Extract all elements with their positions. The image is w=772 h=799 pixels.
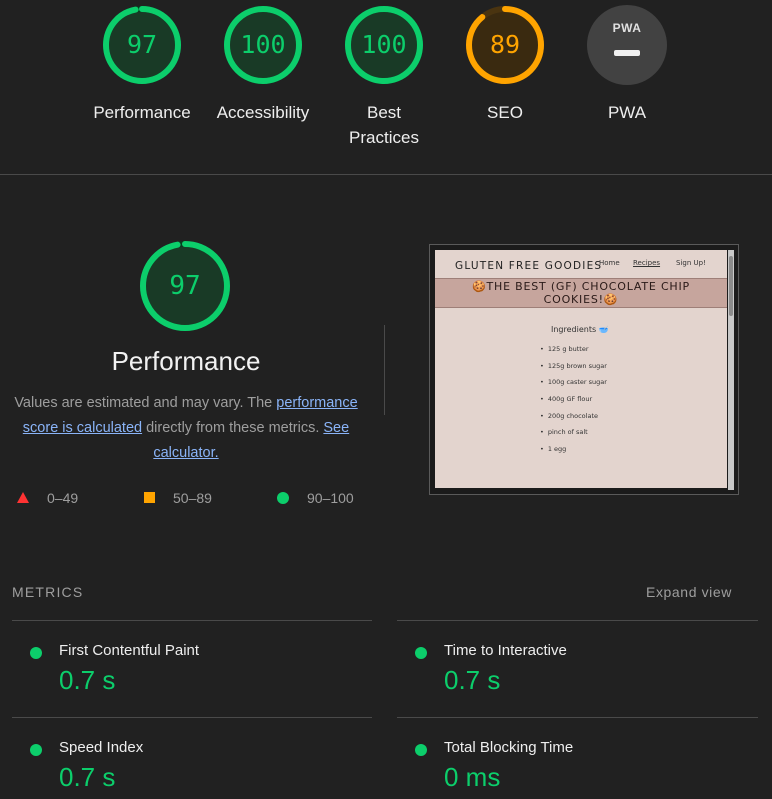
gauge-score: 97 [126,30,158,59]
metric-time-to-interactive: Time to Interactive 0.7 s [397,640,737,720]
gauge-label: Best Practices [324,100,444,150]
triangle-icon [17,492,29,503]
site-nav-signup: Sign Up! [676,259,706,267]
pwa-badge-icon: PWA [587,5,667,85]
gauge-label: Performance [93,103,191,122]
metric-value: 0.7 s [444,665,501,695]
metric-divider [12,620,372,621]
square-icon [144,492,155,503]
metric-value: 0.7 s [59,665,116,695]
metric-name: Time to Interactive [444,642,567,659]
pass-circle-icon [415,744,427,756]
metrics-heading: METRICS [12,584,84,600]
banner-line: 🍪THE BEST (GF) CHOCOLATE CHIP [472,280,690,293]
legend-pass: 90–100 [277,487,367,509]
list-item: 200g chocolate [540,411,607,428]
metric-divider [397,620,758,621]
vertical-divider [384,325,385,415]
performance-score: 97 [169,271,201,301]
list-item: 1 egg [540,444,607,461]
scrollbar-thumb [729,256,733,316]
gauge-label: PWA [607,103,647,122]
screenshot-scrollbar [728,250,734,490]
performance-description: Values are estimated and may vary. The p… [10,391,362,466]
banner-text: 🍪THE BEST (GF) CHOCOLATE CHIP COOKIES!🍪 [445,280,717,306]
pass-circle-icon [415,647,427,659]
desc-text: Values are estimated and may vary. The [14,395,277,411]
list-item: 100g caster sugar [540,377,607,394]
metric-divider [12,717,372,718]
legend-average: 50–89 [143,487,233,509]
gauge-score: 89 [489,30,521,59]
gauge-score: 100 [240,30,286,59]
metric-value: 0 ms [444,762,501,792]
metric-value: 0.7 s [59,762,116,792]
category-gauges: 97 Performance 100 Accessibility 100 Bes… [0,0,772,175]
screenshot-page: GLUTEN FREE GOODIES Home Recipes Sign Up… [435,250,727,488]
dash-icon [614,50,640,56]
metric-total-blocking-time: Total Blocking Time 0 ms [397,737,737,797]
site-nav-recipes: Recipes [633,259,661,267]
gauge-label: Accessibility [216,103,310,122]
site-title: GLUTEN FREE GOODIES [455,260,603,272]
metric-first-contentful-paint: First Contentful Paint 0.7 s [12,640,352,720]
list-item: pinch of salt [540,427,607,444]
gauge-label: SEO [487,103,523,122]
metric-speed-index: Speed Index 0.7 s [12,737,352,797]
legend-average-range: 50–89 [173,490,212,506]
expand-view-button[interactable]: Expand view [646,584,732,600]
banner-line: COOKIES!🍪 [543,293,619,306]
gauge-label-line: Practices [349,128,419,147]
desc-text: directly from these metrics. [142,420,324,436]
legend-fail-range: 0–49 [47,490,79,506]
circle-icon [277,492,289,504]
pass-circle-icon [30,647,42,659]
list-item: 400g GF flour [540,394,607,411]
legend-fail: 0–49 [16,487,86,509]
section-divider [0,174,772,175]
list-item: 125g brown sugar [540,361,607,378]
list-item: 125 g butter [540,344,607,361]
final-screenshot[interactable]: GLUTEN FREE GOODIES Home Recipes Sign Up… [429,244,739,495]
ingredients-list: 125 g butter 125g brown sugar 100g caste… [540,344,607,461]
performance-title: Performance [111,346,261,376]
legend-pass-range: 90–100 [307,490,354,506]
pass-circle-icon [30,744,42,756]
gauge-score: 100 [361,30,407,59]
metric-divider [397,717,758,718]
recipe-banner: 🍪THE BEST (GF) CHOCOLATE CHIP COOKIES!🍪 [435,278,727,308]
gauge-label-line: Best [366,103,402,122]
site-nav-home: Home [599,259,620,267]
metric-name: First Contentful Paint [59,642,200,659]
metric-name: Total Blocking Time [444,739,574,756]
metric-name: Speed Index [59,739,144,756]
pwa-badge-text: PWA [612,21,642,35]
ingredients-title: Ingredients 🥣 [551,325,609,334]
